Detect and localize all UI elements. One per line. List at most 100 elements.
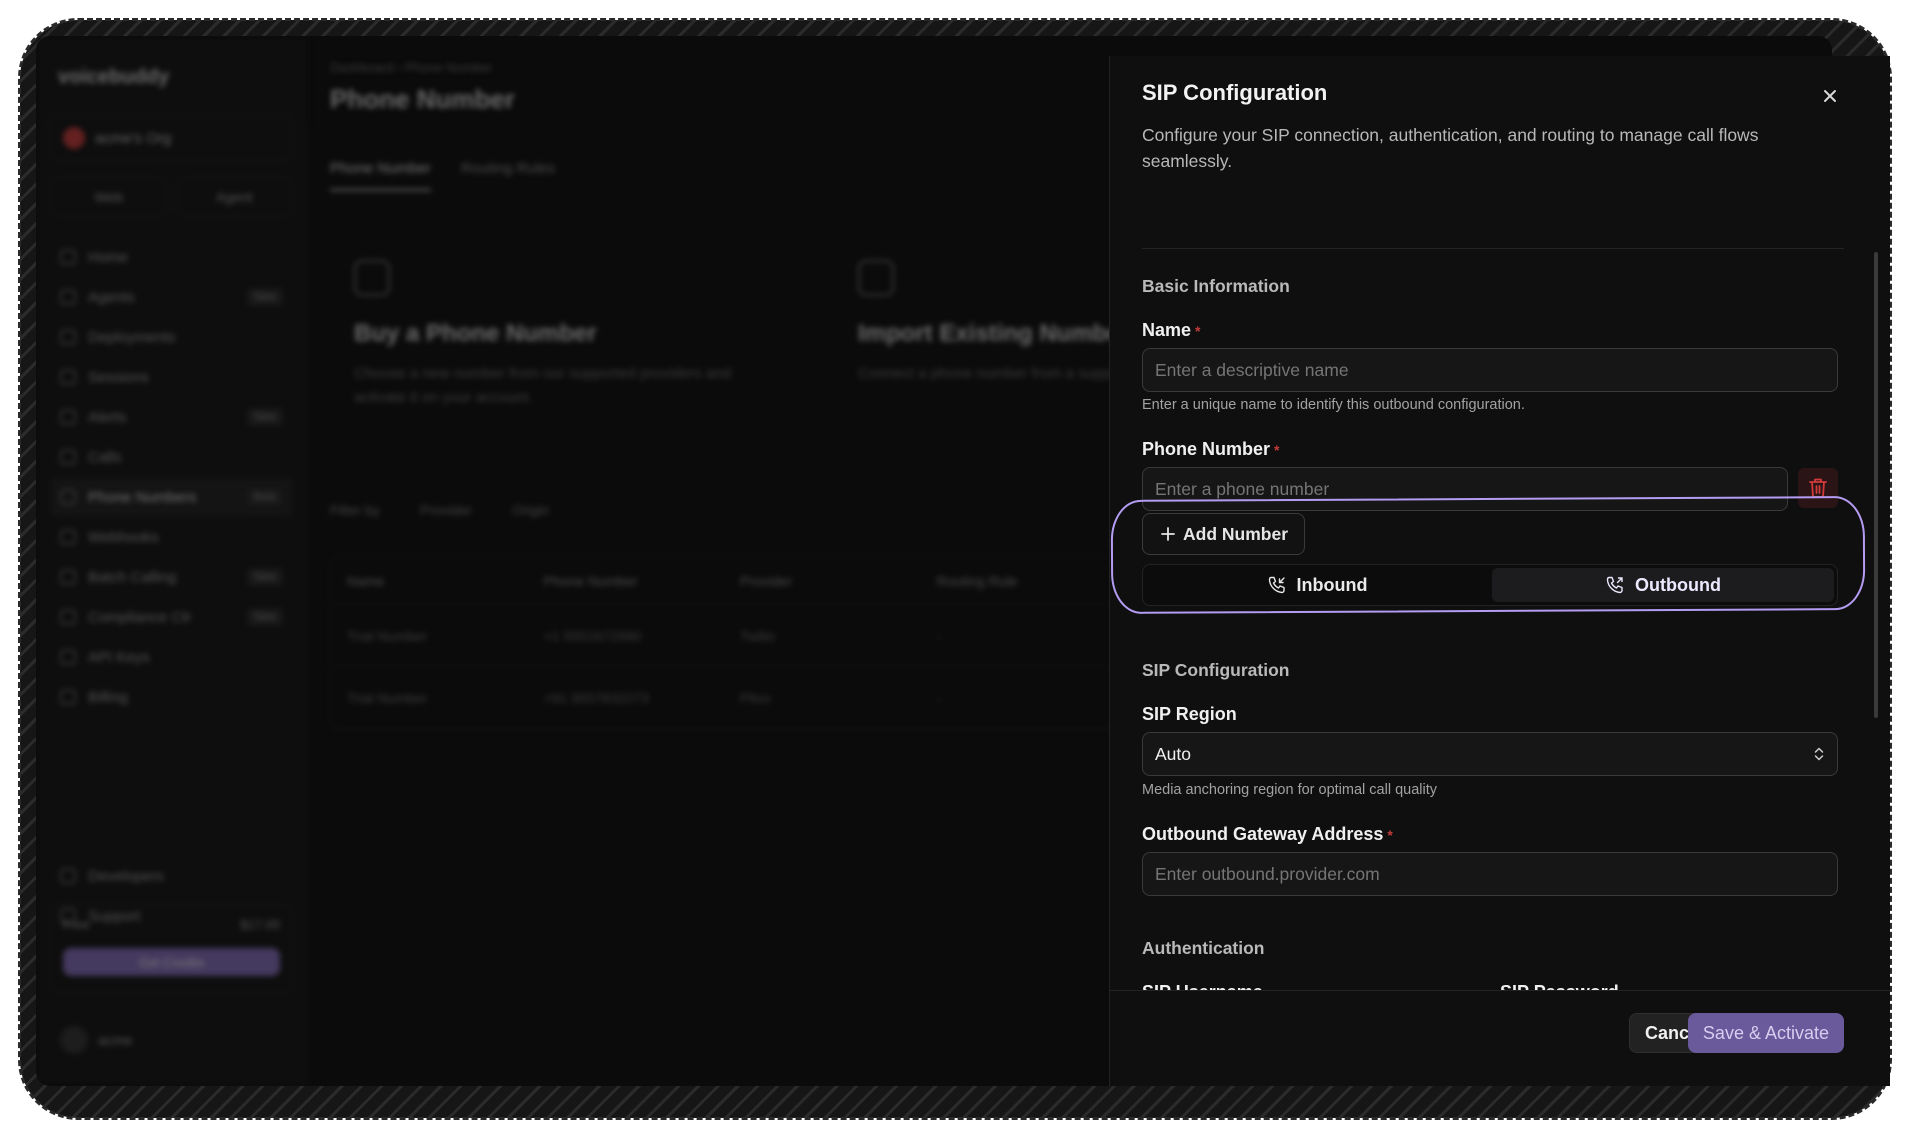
tab-routing-rules: Routing Rules — [460, 160, 556, 177]
org-name: acme's Org — [95, 129, 172, 147]
phone-incoming-icon — [1268, 576, 1285, 594]
name-label: Name * — [1142, 320, 1200, 341]
seg-web: Web — [50, 177, 168, 217]
close-button[interactable] — [1816, 82, 1844, 110]
sidebar-item-label: Home — [88, 248, 129, 266]
nav-badge: New — [246, 608, 283, 626]
sidebar-item: Developers — [50, 856, 293, 896]
cell: +91 9557832273 — [543, 689, 650, 706]
name-input[interactable] — [1142, 348, 1838, 392]
filter-provider: Provider — [419, 502, 472, 518]
sidebar-item: Home — [50, 237, 293, 277]
sip-config-drawer: SIP Configuration Configure your SIP con… — [1109, 56, 1890, 1086]
card-title: Buy a Phone Number — [354, 320, 597, 347]
nav-icon — [60, 369, 76, 385]
filter-label: Filter by — [330, 502, 380, 518]
sidebar-item: Webhooks — [50, 517, 293, 557]
sip-region-select[interactable]: Auto — [1142, 732, 1838, 776]
get-credits-button: Get Credits — [63, 948, 280, 976]
nav-badge: New — [246, 568, 283, 586]
col-routing: Routing Rule — [936, 572, 1018, 589]
sidebar-item: Deployments — [50, 317, 293, 357]
cell: Plivo — [740, 689, 771, 706]
mode-segment: Web Agent — [50, 177, 293, 217]
drawer-scrollbar[interactable] — [1874, 252, 1878, 718]
direction-toggle: Inbound Outbound — [1142, 564, 1838, 606]
drawer-body: Basic Information Name* Enter a unique n… — [1142, 248, 1838, 1034]
nav-icon — [60, 409, 76, 425]
tabs: Phone Number Routing Rules — [330, 160, 555, 191]
sidebar-item-label: Alerts — [88, 408, 127, 426]
sidebar-item: Billing — [50, 677, 293, 717]
nav-icon — [60, 289, 76, 305]
drawer-title: SIP Configuration — [1142, 80, 1328, 105]
org-switcher: acme's Org — [50, 115, 293, 161]
card-desc: Choose a new number from our supported p… — [354, 365, 731, 406]
delete-number-button[interactable] — [1798, 468, 1838, 508]
nav-icon — [60, 329, 76, 345]
required-marker: * — [1274, 442, 1280, 458]
cell: Trial Number — [347, 689, 428, 706]
chevron-updown-icon — [1814, 747, 1824, 761]
nav-badge: Beta — [246, 488, 283, 506]
close-icon — [1824, 90, 1836, 102]
table-row: Trial Number +1 5551672990 Twilio - — [331, 605, 1149, 667]
sidebar-item: Alerts New — [50, 397, 293, 437]
breadcrumb: Dashboard › Phone Number — [330, 60, 493, 75]
phone-icon — [354, 260, 390, 296]
cell: Twilio — [740, 627, 776, 644]
col-name: Name — [347, 572, 385, 589]
trash-icon — [1809, 478, 1827, 498]
nav-badge: New — [246, 408, 283, 426]
sidebar-item: Compliance Ctr New — [50, 597, 293, 637]
sidebar-item-label: Sessions — [88, 368, 149, 386]
add-number-button[interactable]: Add Number — [1142, 513, 1305, 555]
sidebar-item: Sessions — [50, 357, 293, 397]
nav-badge: New — [246, 288, 283, 306]
table-row: Trial Number +91 9557832273 Plivo - — [331, 667, 1149, 729]
required-marker: * — [1387, 827, 1393, 843]
phone-number-input[interactable] — [1142, 467, 1788, 511]
sidebar-item-label: Agents — [88, 288, 135, 306]
cell: - — [936, 689, 942, 706]
buy-number-card: Buy a Phone Number Choose a new number f… — [330, 236, 810, 416]
phone-label-text: Phone Number — [1142, 439, 1271, 459]
page-title: Phone Number — [330, 84, 515, 114]
outbound-toggle[interactable]: Outbound — [1492, 568, 1834, 602]
outbound-label: Outbound — [1635, 574, 1721, 595]
tab-phone-number: Phone Number — [330, 160, 431, 191]
sidebar-item: API Keys — [50, 637, 293, 677]
sidebar-item-label: Developers — [88, 867, 164, 885]
cell: +1 5551672990 — [543, 627, 642, 644]
gateway-address-input[interactable] — [1142, 852, 1838, 896]
sidebar-item: Calls — [50, 437, 293, 477]
table-header: Name Phone Number Provider Routing Rule — [331, 557, 1149, 605]
nav-icon — [60, 609, 76, 625]
user-name: acme — [98, 1032, 133, 1048]
filter-origin: Origin — [511, 502, 550, 518]
gateway-label-text: Outbound Gateway Address — [1142, 824, 1384, 844]
phone-label: Phone Number * — [1142, 439, 1279, 460]
required-marker: * — [1195, 323, 1201, 339]
numbers-table: Name Phone Number Provider Routing Rule … — [330, 556, 1150, 730]
sip-region-help: Media anchoring region for optimal call … — [1142, 782, 1437, 798]
plus-icon — [1161, 527, 1175, 541]
cell: - — [936, 627, 942, 644]
inbound-toggle[interactable]: Inbound — [1146, 568, 1488, 602]
inbound-label: Inbound — [1296, 574, 1368, 595]
org-avatar — [63, 127, 85, 149]
nav-icon — [60, 249, 76, 265]
import-icon — [858, 260, 894, 296]
sidebar-item-label: Compliance Ctr — [88, 608, 192, 626]
user-menu: acme — [50, 1016, 293, 1064]
save-activate-button[interactable]: Save & Activate — [1687, 1013, 1844, 1053]
section-basic-info: Basic Information — [1142, 276, 1290, 296]
section-authentication: Authentication — [1142, 938, 1265, 958]
cell: Trial Number — [347, 627, 428, 644]
sidebar-item-label: Batch Calling — [88, 568, 177, 586]
nav-icon — [60, 449, 76, 465]
gateway-label: Outbound Gateway Address * — [1142, 824, 1393, 845]
section-sip-config: SIP Configuration — [1142, 660, 1290, 680]
sidebar-item: Agents New — [50, 277, 293, 317]
sidebar-item: Phone Numbers Beta — [50, 477, 293, 517]
